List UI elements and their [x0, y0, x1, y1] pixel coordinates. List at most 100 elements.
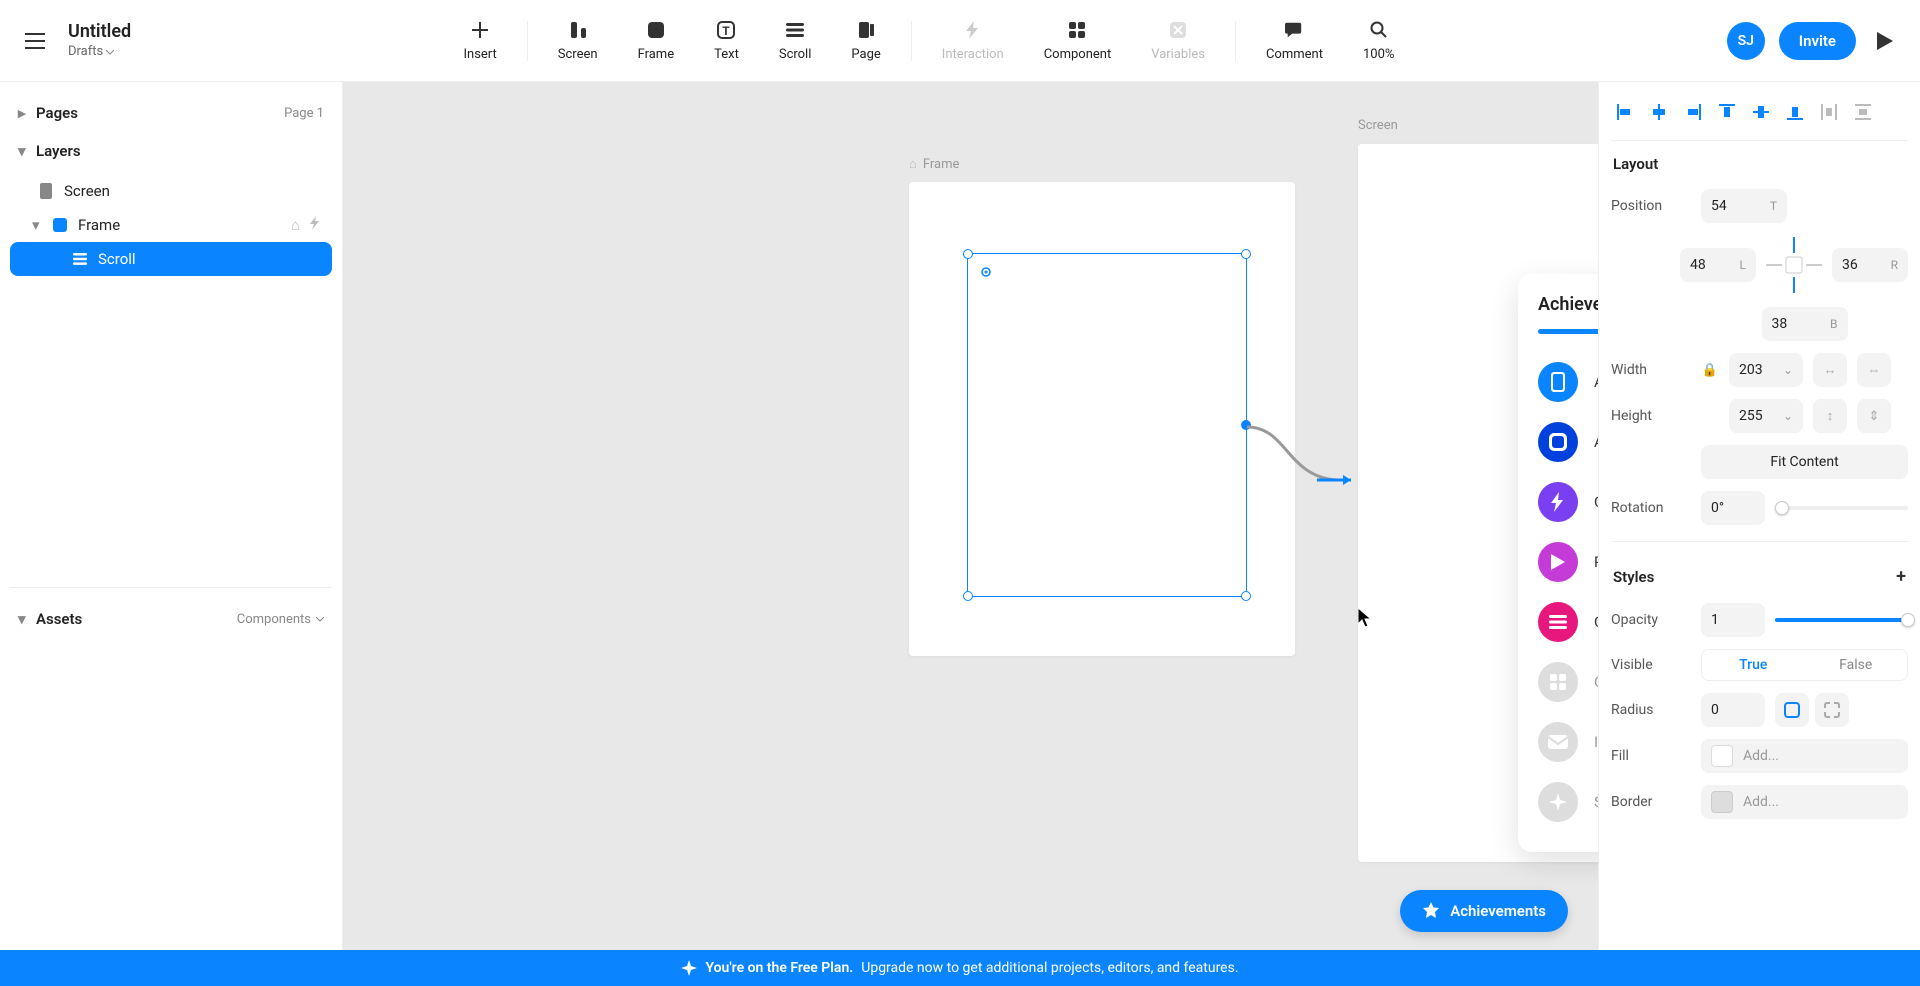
scroll-tool[interactable]: Scroll [759, 19, 832, 62]
fit-content-button[interactable]: Fit Content [1701, 445, 1908, 479]
page-indicator[interactable]: Page 1 [284, 106, 324, 121]
opacity-input[interactable]: 1 [1701, 603, 1765, 637]
align-right[interactable] [1679, 98, 1707, 126]
achievement-create-interaction[interactable]: Create an Interaction [1538, 472, 1598, 532]
height-input[interactable]: 255⌄ [1729, 399, 1803, 433]
star-icon [1422, 902, 1440, 920]
layer-item-screen[interactable]: Screen [10, 174, 332, 208]
screen-tool[interactable]: Screen [538, 19, 618, 62]
comment-icon [1283, 19, 1305, 41]
resize-handle-se[interactable] [1241, 591, 1251, 601]
bolt-icon [1538, 482, 1578, 522]
height-mode-1[interactable]: ↕ [1813, 399, 1847, 433]
left-panel: ▸ Pages Page 1 ▾ Layers Screen ▾ Frame ⌂ [0, 82, 343, 950]
rotation-input[interactable]: 0° [1701, 491, 1765, 525]
user-avatar[interactable]: SJ [1727, 22, 1765, 60]
play-button[interactable] [1870, 26, 1900, 56]
height-mode-2[interactable]: ⇕ [1857, 399, 1891, 433]
canvas[interactable]: ⌂ Frame Screen Achievements [343, 82, 1598, 950]
home-icon: ⌂ [909, 156, 917, 172]
distribute-h[interactable] [1815, 98, 1843, 126]
fill-swatch[interactable] [1711, 745, 1733, 767]
achievement-add-frame[interactable]: Add a Frame [1538, 412, 1598, 472]
width-mode-2[interactable]: ⇔ [1857, 353, 1891, 387]
comment-tool[interactable]: Comment [1246, 19, 1343, 62]
visible-true[interactable]: True [1702, 650, 1805, 680]
align-bottom[interactable] [1781, 98, 1809, 126]
position-bottom-input[interactable]: 38B [1762, 307, 1848, 341]
frame-label[interactable]: ⌂ Frame [909, 156, 959, 172]
interaction-tool[interactable]: Interaction [922, 19, 1024, 62]
screen-label[interactable]: Screen [1358, 118, 1398, 133]
border-swatch[interactable] [1711, 791, 1733, 813]
width-mode-1[interactable]: ↔ [1813, 353, 1847, 387]
opacity-slider[interactable] [1775, 618, 1908, 622]
bolt-icon[interactable] [310, 216, 320, 234]
align-center-h[interactable] [1645, 98, 1673, 126]
achievement-create-scroll[interactable]: Create a Scroll layer [1538, 592, 1598, 652]
components-dropdown[interactable]: Components [237, 612, 324, 627]
achievement-invite-collaborator[interactable]: Invite a Collaborator [1538, 712, 1598, 772]
insert-tool[interactable]: Insert [443, 19, 516, 62]
component-tool[interactable]: Component [1024, 19, 1132, 62]
screen-icon [1538, 362, 1578, 402]
layout-section: Layout [1611, 141, 1908, 183]
styles-section: Styles + [1611, 552, 1908, 597]
border-label: Border [1611, 794, 1691, 810]
fill-input[interactable]: Add... [1701, 739, 1908, 773]
connection-node[interactable] [1241, 420, 1251, 430]
upgrade-banner[interactable]: You're on the Free Plan. Upgrade now to … [0, 950, 1920, 986]
hamburger-menu[interactable] [20, 26, 50, 56]
distribute-v[interactable] [1849, 98, 1877, 126]
achievement-preview-interaction[interactable]: Preview your Interaction [1538, 532, 1598, 592]
achievement-share-prototype[interactable]: Share your Prototype [1538, 772, 1598, 832]
layer-item-scroll[interactable]: Scroll [10, 242, 332, 276]
position-left-input[interactable]: 48L [1680, 248, 1756, 282]
align-top[interactable] [1713, 98, 1741, 126]
assets-header[interactable]: ▾ Assets Components [10, 600, 332, 638]
invite-button[interactable]: Invite [1779, 22, 1856, 60]
layers-header[interactable]: ▾ Layers [10, 132, 332, 170]
page-tool[interactable]: Page [831, 19, 900, 62]
text-tool[interactable]: T Text [694, 19, 759, 62]
achievement-add-screen[interactable]: Add a Screen [1538, 352, 1598, 412]
height-label: Height [1611, 408, 1691, 424]
radius-input[interactable]: 0 [1701, 693, 1765, 727]
align-left[interactable] [1611, 98, 1639, 126]
home-icon[interactable]: ⌂ [291, 216, 300, 234]
resize-handle-ne[interactable] [1241, 249, 1251, 259]
component-icon [1538, 662, 1578, 702]
add-style-button[interactable]: + [1896, 566, 1906, 587]
drafts-dropdown[interactable]: Drafts [68, 44, 131, 61]
achievement-create-component[interactable]: Create a Component How? [1538, 652, 1598, 712]
visible-toggle[interactable]: True False [1701, 649, 1908, 681]
achievements-button[interactable]: Achievements [1400, 890, 1568, 932]
rotation-slider[interactable] [1775, 506, 1908, 510]
position-top-input[interactable]: 54T [1701, 189, 1787, 223]
radius-individual-icon[interactable] [1815, 693, 1849, 727]
lock-icon[interactable]: 🔒 [1701, 363, 1719, 378]
visible-false[interactable]: False [1805, 650, 1908, 680]
variables-tool[interactable]: Variables [1131, 19, 1225, 62]
pin-widget[interactable] [1764, 235, 1824, 295]
resize-handle-sw[interactable] [963, 591, 973, 601]
layer-item-frame[interactable]: ▾ Frame ⌂ [10, 208, 332, 242]
position-right-input[interactable]: 36R [1832, 248, 1908, 282]
width-input[interactable]: 203⌄ [1729, 353, 1803, 387]
align-center-v[interactable] [1747, 98, 1775, 126]
resize-handle-nw[interactable] [963, 249, 973, 259]
main-area: ▸ Pages Page 1 ▾ Layers Screen ▾ Frame ⌂ [0, 82, 1920, 950]
radius-all-icon[interactable] [1775, 693, 1809, 727]
plus-icon [469, 19, 491, 41]
pages-header[interactable]: ▸ Pages Page 1 [10, 94, 332, 132]
border-input[interactable]: Add... [1701, 785, 1908, 819]
rotation-label: Rotation [1611, 500, 1691, 516]
selection-outline[interactable] [967, 253, 1247, 597]
screen-icon [38, 183, 54, 199]
position-label: Position [1611, 198, 1691, 214]
chevron-down-icon: ▾ [18, 610, 30, 628]
frame-tool[interactable]: Frame [618, 19, 695, 62]
svg-text:T: T [723, 24, 731, 38]
zoom-control[interactable]: 100% [1343, 19, 1414, 62]
search-icon [1368, 19, 1390, 41]
